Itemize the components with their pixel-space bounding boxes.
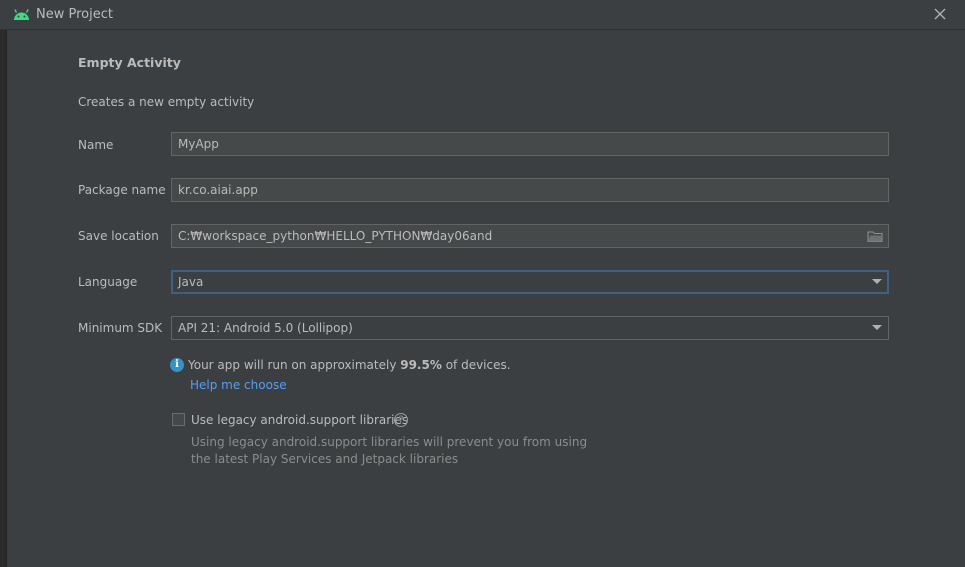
folder-icon[interactable] <box>867 229 883 243</box>
window-title: New Project <box>36 7 113 22</box>
package-name-field[interactable]: kr.co.aiai.app <box>171 178 889 202</box>
template-description: Creates a new empty activity <box>78 95 255 109</box>
form-panel: Empty Activity Creates a new empty activ… <box>78 30 898 550</box>
coverage-percent: 99.5% <box>400 358 442 372</box>
legacy-libraries-checkbox[interactable] <box>172 413 185 426</box>
minimum-sdk-value: API 21: Android 5.0 (Lollipop) <box>178 321 353 335</box>
coverage-prefix: Your app will run on approximately <box>188 358 401 372</box>
title-bar: New Project <box>0 0 965 30</box>
question-icon[interactable]: ? <box>394 413 408 427</box>
android-icon <box>14 9 29 20</box>
language-label: Language <box>78 275 138 289</box>
template-heading: Empty Activity <box>78 55 181 70</box>
language-value: Java <box>178 275 204 289</box>
legacy-hint-line-1: Using legacy android.support libraries w… <box>191 435 588 449</box>
help-me-choose-link[interactable]: Help me choose <box>190 378 287 392</box>
device-coverage-text: Your app will run on approximately 99.5%… <box>188 358 511 372</box>
chevron-down-icon <box>872 279 882 284</box>
language-select[interactable]: Java <box>171 270 889 294</box>
save-location-field[interactable]: C:₩workspace_python₩HELLO_PYTHON₩day06an… <box>171 224 889 248</box>
name-field[interactable]: MyApp <box>171 132 889 156</box>
info-icon: i <box>170 358 184 372</box>
legacy-libraries-label[interactable]: Use legacy android.support libraries <box>191 413 408 427</box>
package-name-value: kr.co.aiai.app <box>178 183 258 197</box>
name-label: Name <box>78 138 114 152</box>
minimum-sdk-label: Minimum SDK <box>78 321 163 335</box>
legacy-hint-line-2: the latest Play Services and Jetpack lib… <box>191 452 459 466</box>
name-field-value: MyApp <box>178 137 219 151</box>
minimum-sdk-select[interactable]: API 21: Android 5.0 (Lollipop) <box>171 316 889 340</box>
save-location-value: C:₩workspace_python₩HELLO_PYTHON₩day06an… <box>178 229 493 243</box>
background-window-edge <box>0 30 7 567</box>
close-icon[interactable] <box>933 7 947 21</box>
package-name-label: Package name <box>78 183 166 197</box>
coverage-suffix: of devices. <box>441 358 511 372</box>
chevron-down-icon <box>872 325 882 330</box>
new-project-dialog: New Project Empty Activity Creates a new… <box>0 0 965 567</box>
save-location-label: Save location <box>78 229 159 243</box>
